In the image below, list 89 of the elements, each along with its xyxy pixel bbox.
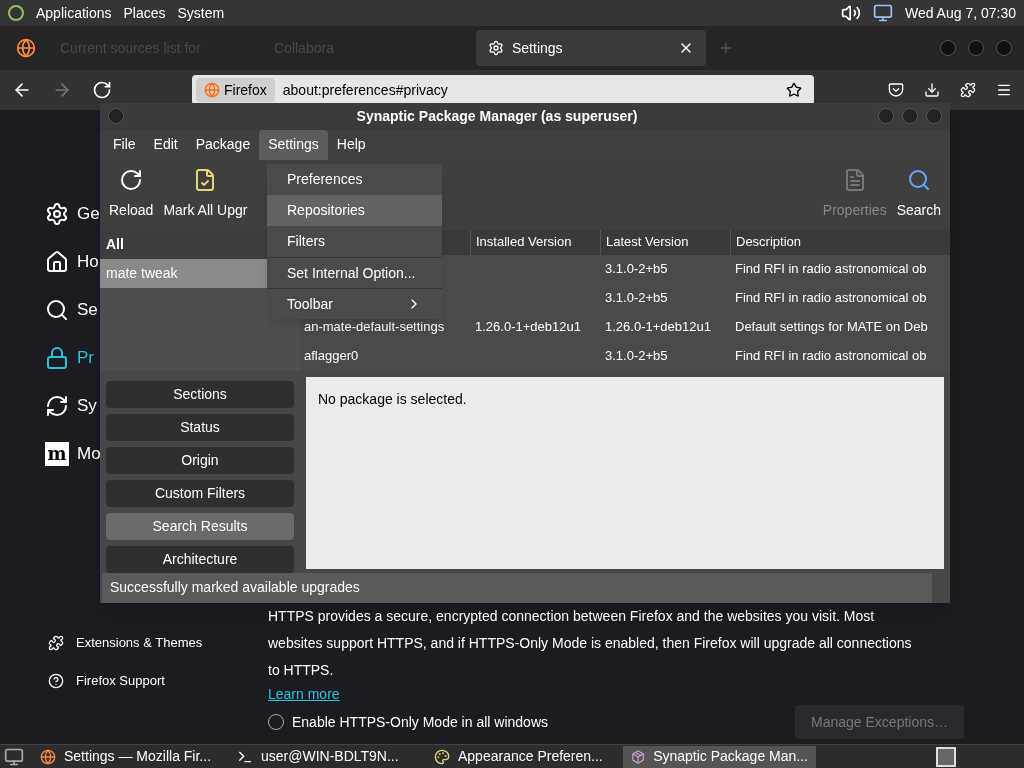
app-logo-icon [8,5,24,21]
column-header[interactable]: Description [730,229,950,255]
menu-item[interactable]: Repositories [267,195,442,226]
column-header[interactable]: Installed Version [470,229,600,255]
globe-icon [204,82,220,98]
identity-label: Firefox [196,78,275,102]
table-cell: Find RFI in radio astronomical ob [735,290,927,306]
menu-bar-item[interactable]: Help [327,129,375,160]
table-cell: 3.1.0-2+b5 [605,348,668,364]
table-cell: 3.1.0-2+b5 [605,290,668,306]
radio-option[interactable]: Enable HTTPS-Only Mode in all windows [268,709,548,735]
menu-item[interactable]: Preferences [267,164,442,195]
sidebar-item[interactable]: Ho [45,238,99,286]
puzzle-icon [48,635,64,651]
menu-bar-item[interactable]: File [104,129,145,160]
table-cell: 3.1.0-2+b5 [605,261,668,277]
table-cell: 1.26.0-1+deb12u1 [605,319,711,335]
window-control-icon[interactable] [968,40,984,56]
menu-bar-item[interactable]: Settings [259,129,328,160]
home-icon [45,250,69,274]
logo-icon: m [45,442,69,466]
column-header[interactable]: Latest Version [600,229,730,255]
filter-button[interactable]: Origin [106,446,294,474]
package-row[interactable]: aflagger0 3.1.0-2+b5 Find RFI in radio astronomical ob [300,341,950,371]
taskbar-item[interactable]: Appearance Preferen... [426,745,619,768]
filter-button[interactable]: Sections [106,380,294,408]
sync-icon [45,394,69,418]
filter-button[interactable]: Custom Filters [106,479,294,507]
globe-icon [40,748,56,765]
help-icon [48,673,64,689]
table-cell: 1.26.0-1+deb12u1 [475,319,581,335]
gear-icon [45,202,69,226]
show-desktop-icon[interactable] [4,746,24,767]
package-icon [631,748,646,765]
palette-icon [434,748,450,765]
window-control-icon[interactable] [940,40,956,56]
bookmark-star-icon[interactable] [786,82,802,98]
filter-button[interactable]: Architecture [106,545,294,573]
panel-clock: Wed Aug 7, 07:30 [904,3,1016,23]
sidebar-item[interactable]: Ge [45,190,100,238]
taskbar-item[interactable]: Settings — Mozilla Fir... [32,745,225,768]
menu-bar-item[interactable]: Edit [144,129,187,160]
toolbar-button[interactable]: Reload [104,168,159,222]
volume-icon[interactable] [840,3,861,23]
sidebar-item[interactable]: Pr [45,334,94,382]
network-icon[interactable] [872,3,893,23]
details-text: No package is selected. [318,390,467,407]
window-title: Synaptic Package Manager (as superuser) [355,106,639,126]
filter-button[interactable]: Status [106,413,294,441]
window-control-icon[interactable] [996,40,1012,56]
lock-icon [45,346,69,370]
puzzle-icon[interactable] [960,82,976,98]
taskbar-item[interactable]: user@WIN-BDLT9N... [229,745,422,768]
toolbar-button[interactable]: Mark All Upgr [158,168,253,222]
table-cell: Find RFI in radio astronomical ob [735,261,927,277]
filter-button[interactable]: Search Results [106,512,294,540]
download-icon[interactable] [924,82,940,98]
reload-icon [119,168,144,193]
toolbar-button[interactable]: Search [891,168,946,222]
sidebar-item[interactable]: m Mo [45,430,101,478]
menu-item[interactable]: Set Internal Option... [267,257,442,288]
gear-icon [488,40,504,56]
address-bar[interactable]: Firefox about:preferences#privacy [192,75,814,105]
url-text: about:preferences#privacy [282,80,449,100]
sidebar-footer-link[interactable]: Extensions & Themes [45,624,203,662]
learn-more-link[interactable]: Learn more [268,684,340,705]
pocket-icon[interactable] [888,82,904,98]
menu-icon[interactable] [996,82,1012,98]
panel-menu[interactable]: System [177,2,225,24]
panel-menu[interactable]: Places [123,2,166,24]
table-cell: Find RFI in radio astronomical ob [735,348,927,364]
workspace-switcher[interactable] [936,746,956,767]
sidebar-item[interactable]: Sy [45,382,97,430]
menu-bar-item[interactable]: Package [186,129,260,160]
sidebar-footer-link[interactable]: Firefox Support [45,662,165,700]
status-text: Successfully marked available upgrades [110,578,360,598]
sidebar-item[interactable]: Se [45,286,98,334]
browser-tab[interactable]: Settings [476,30,706,66]
description-paragraph: HTTPS provides a secure, encrypted connection between Firefox and the websites you visit. Most websites support HTTPS, and if HTTPS-Only Mode is enabled, then Firefox will upgrade all connections to HTTPS. [268,607,913,680]
panel-menu[interactable]: Applications [36,2,112,24]
globe-icon[interactable] [16,38,36,58]
menu-item[interactable]: Toolbar [267,288,442,319]
table-cell: an-mate-default-settings [304,319,445,335]
table-cell: Default settings for MATE on Deb [735,319,928,335]
table-cell: aflagger0 [304,348,359,364]
search-icon [45,298,69,322]
search-icon [906,168,931,193]
taskbar-item[interactable]: Synaptic Package Man... [623,745,816,768]
reload-icon[interactable] [92,80,112,100]
